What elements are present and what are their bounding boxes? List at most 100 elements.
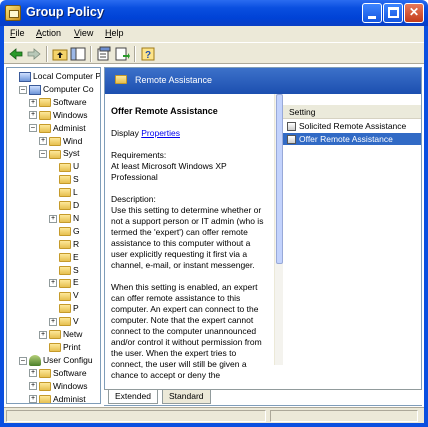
menu-action[interactable]: Action: [36, 28, 61, 38]
close-button[interactable]: ✕: [404, 3, 424, 23]
status-segment: [270, 410, 418, 422]
tree-item[interactable]: – Administ: [29, 123, 86, 135]
tree-item[interactable]: + Software: [29, 368, 87, 380]
window-title: Group Policy: [26, 5, 104, 19]
tree-item[interactable]: P: [49, 303, 79, 315]
expand-icon[interactable]: +: [39, 330, 47, 339]
tree-item[interactable]: + Windows: [29, 110, 87, 122]
tree-item-label: V: [73, 290, 79, 301]
tree-item-label: Wind: [63, 135, 83, 146]
tree-item[interactable]: Print: [39, 342, 80, 354]
menu-view[interactable]: View: [74, 28, 93, 38]
title-bar[interactable]: Group Policy ✕: [0, 0, 428, 26]
description-scrollbar[interactable]: [274, 94, 283, 365]
tab-extended[interactable]: Extended: [108, 390, 158, 404]
expand-icon[interactable]: +: [39, 137, 47, 146]
folder-icon: [39, 98, 51, 108]
view-tabs: Extended Standard: [104, 389, 422, 405]
list-item-label: Offer Remote Assistance: [299, 134, 393, 144]
expand-icon[interactable]: +: [49, 279, 57, 288]
requirements-text: Requirements: At least Microsoft Windows…: [111, 150, 227, 182]
folder-icon: [59, 278, 71, 288]
computer-icon: [19, 71, 31, 82]
collapse-icon[interactable]: –: [19, 356, 27, 365]
tree-item[interactable]: + Wind: [39, 136, 82, 148]
column-header-setting[interactable]: Setting: [283, 105, 421, 119]
tree-item[interactable]: + N: [49, 213, 79, 225]
expand-icon[interactable]: +: [29, 98, 37, 107]
forward-icon[interactable]: [26, 46, 42, 62]
tree-item[interactable]: – User Configu: [19, 355, 93, 367]
minimize-button[interactable]: [362, 3, 382, 23]
collapse-icon[interactable]: –: [39, 150, 47, 159]
tree-item[interactable]: V: [49, 290, 79, 302]
window-frame-left: [0, 26, 4, 427]
computer-icon: [29, 84, 41, 95]
folder-icon: [59, 304, 71, 314]
tree-item-label: S: [73, 264, 79, 275]
tree-item-label: Administ: [53, 393, 86, 404]
tree-item-label: Print: [63, 341, 81, 352]
menu-help[interactable]: Help: [105, 28, 124, 38]
details-header-title: Remote Assistance: [135, 75, 213, 85]
expand-icon[interactable]: +: [29, 395, 37, 403]
tree-item[interactable]: U: [49, 161, 79, 173]
tab-standard[interactable]: Standard: [162, 390, 211, 404]
scrollbar-thumb[interactable]: [276, 94, 283, 264]
menu-file[interactable]: File: [10, 28, 25, 38]
folder-icon: [59, 214, 71, 224]
tree-item-label: User Configu: [43, 354, 93, 365]
collapse-icon[interactable]: –: [29, 124, 37, 133]
properties-icon[interactable]: [96, 46, 112, 62]
toolbar-separator: [90, 46, 92, 62]
expand-icon[interactable]: +: [49, 214, 57, 223]
folder-icon: [49, 343, 61, 353]
folder-icon: [59, 317, 71, 327]
tree-item-label: U: [73, 161, 80, 172]
up-folder-icon[interactable]: [52, 46, 68, 62]
folder-icon: [59, 162, 71, 172]
toolbar-separator: [134, 46, 136, 62]
expand-icon[interactable]: +: [29, 369, 37, 378]
tree-item[interactable]: + E: [49, 277, 79, 289]
toolbar-separator: [46, 46, 48, 62]
tree-item[interactable]: D: [49, 200, 79, 212]
back-icon[interactable]: [8, 46, 24, 62]
folder-icon: [59, 291, 71, 301]
tree-item[interactable]: S: [49, 265, 79, 277]
tree-item-label: D: [73, 200, 80, 210]
folder-icon: [59, 227, 71, 237]
tree-item[interactable]: + Administ: [29, 393, 86, 404]
tree-item[interactable]: Local Computer P: [9, 71, 101, 83]
expand-icon[interactable]: +: [29, 382, 37, 391]
window-frame-bottom: [0, 423, 428, 427]
tree-item[interactable]: – Computer Co: [19, 84, 94, 96]
expand-icon[interactable]: +: [29, 111, 37, 120]
minimize-icon: [368, 16, 376, 19]
maximize-button[interactable]: [383, 3, 403, 23]
tree-item[interactable]: G: [49, 226, 80, 238]
tree-item-label: Administ: [53, 122, 86, 133]
tree-item-label: Local Computer P: [33, 71, 101, 81]
tree-item[interactable]: + Software: [29, 97, 87, 109]
properties-link[interactable]: Properties: [141, 128, 180, 138]
tree-item[interactable]: E: [49, 252, 79, 264]
folder-icon: [59, 175, 71, 185]
collapse-icon[interactable]: –: [19, 85, 27, 94]
tree-item[interactable]: + V: [49, 316, 79, 328]
help-icon[interactable]: ?: [140, 46, 156, 62]
list-item[interactable]: Solicited Remote Assistance: [283, 120, 421, 132]
expand-icon[interactable]: +: [49, 317, 57, 326]
tree-item[interactable]: L: [49, 187, 78, 199]
tree-item[interactable]: S: [49, 174, 79, 186]
tree-item[interactable]: + Windows: [29, 381, 87, 393]
export-list-icon[interactable]: [114, 46, 130, 62]
display-properties: Display Properties: [111, 128, 268, 139]
folder-icon: [49, 136, 61, 146]
tree-item[interactable]: – Syst: [39, 148, 80, 160]
tree-pane[interactable]: Local Computer P – Computer Co + Software + Wi…: [6, 67, 101, 404]
show-hide-tree-icon[interactable]: [70, 46, 86, 62]
tree-item[interactable]: + Netw: [39, 329, 82, 341]
list-item-selected[interactable]: Offer Remote Assistance: [283, 133, 421, 145]
tree-item[interactable]: R: [49, 239, 79, 251]
